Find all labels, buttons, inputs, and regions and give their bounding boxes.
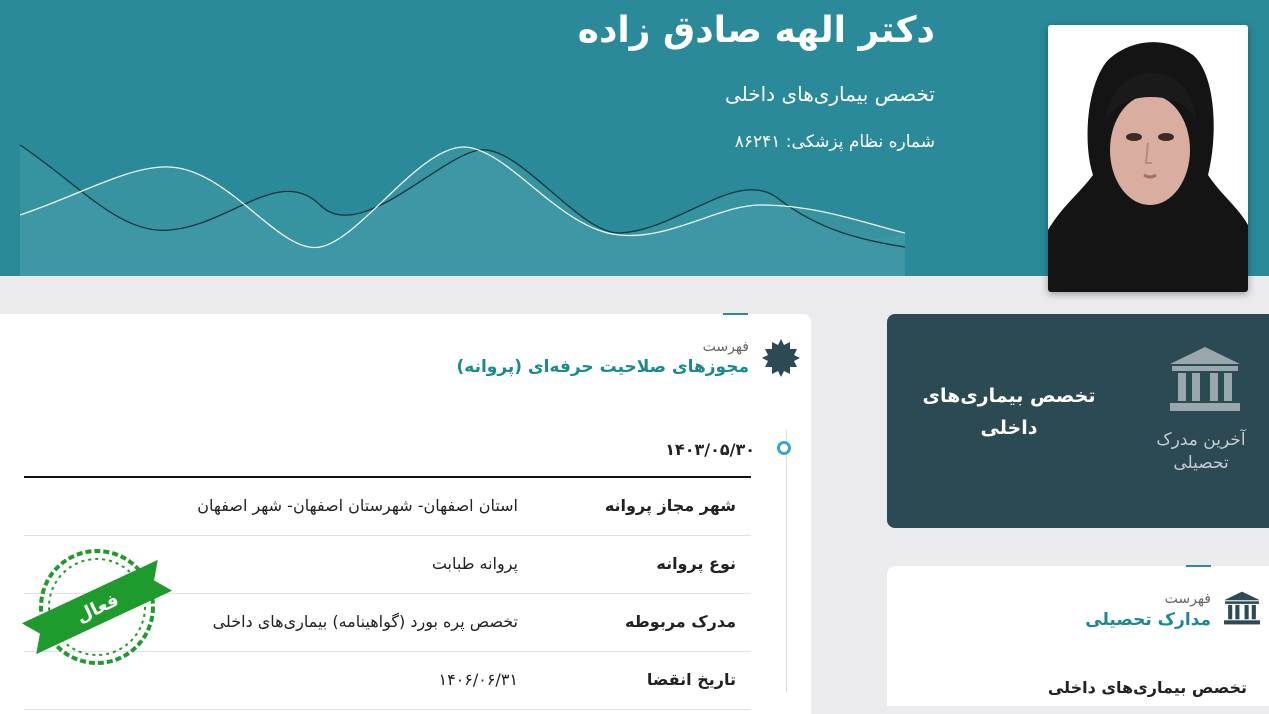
row-key: نوع پروانه: [656, 554, 736, 573]
doctor-name: دکتر الهه صادق زاده: [577, 10, 935, 51]
education-card-accent: [1186, 565, 1211, 567]
row-value: ۱۴۰۶/۰۶/۳۱: [438, 670, 518, 689]
medical-council-number: شماره نظام پزشکی: ۸۶۲۴۱: [734, 132, 935, 152]
badge-icon: [762, 339, 800, 377]
row-value: تخصص پره بورد (گواهینامه) بیماری‌های داخ…: [212, 612, 518, 631]
timeline-line: [786, 430, 787, 692]
education-list-label: فهرست: [1164, 591, 1211, 607]
row-value: استان اصفهان- شهرستان اصفهان- شهر اصفهان: [197, 496, 518, 515]
doctor-specialty: تخصص بیماری‌های داخلی: [724, 82, 935, 106]
licenses-card-accent: [723, 313, 748, 315]
education-item: تخصص بیماری‌های داخلی: [1047, 678, 1247, 697]
bank-icon: [1224, 591, 1260, 625]
timeline-dot: [777, 441, 791, 455]
table-row: شهر مجاز پروانه استان اصفهان- شهرستان اص…: [24, 478, 751, 536]
row-key: مدرک مربوطه: [625, 612, 736, 631]
row-key: تاریخ انقضا: [646, 670, 736, 689]
active-status-stamp: فعال: [22, 549, 172, 665]
doctor-photo: [1048, 25, 1248, 292]
licenses-title: مجوزهای صلاحیت حرفه‌ای (پروانه): [456, 357, 749, 377]
row-key: شهر مجاز پروانه: [604, 496, 736, 515]
licenses-list-label: فهرست: [702, 339, 749, 355]
latest-degree-label: آخرین مدرک تحصیلی: [1156, 430, 1246, 473]
education-title: مدارک تحصیلی: [1085, 610, 1211, 630]
latest-degree-card: تخصص بیماری‌های داخلی آخرین مدرک تحصیلی: [887, 314, 1269, 528]
latest-degree-value: تخصص بیماری‌های داخلی: [922, 385, 1096, 439]
bank-icon: [1170, 347, 1240, 411]
row-value: پروانه طبابت: [431, 554, 518, 573]
license-date: ۱۴۰۳/۰۵/۳۰: [665, 440, 755, 459]
